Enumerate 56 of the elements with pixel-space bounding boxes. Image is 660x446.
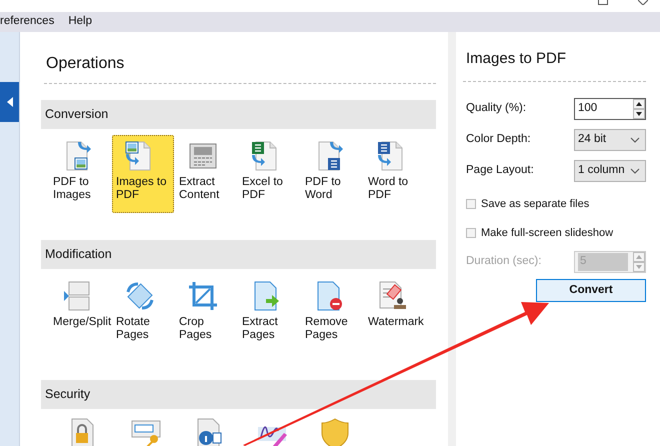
field-value: 100 xyxy=(578,101,598,116)
convert-button[interactable]: Convert xyxy=(536,279,646,302)
tile-label: Remove Pages xyxy=(305,316,349,342)
tile-label: Merge/Split xyxy=(53,316,112,329)
spin-arrows-icon xyxy=(633,252,645,272)
maximize-icon[interactable] xyxy=(598,0,608,5)
shield-icon[interactable] xyxy=(319,417,351,446)
tile-label: Extract Pages xyxy=(242,316,279,342)
group-header: Modification xyxy=(41,240,436,269)
operation-tile[interactable]: Crop Pages xyxy=(175,275,237,353)
menu-item[interactable]: references xyxy=(0,13,54,31)
operation-tile[interactable]: Excel to PDF xyxy=(238,135,300,213)
checkbox-label: Make full-screen slideshow xyxy=(481,226,614,240)
operation-tile[interactable]: Remove Pages xyxy=(301,275,363,353)
tile-label: PDF to Images xyxy=(53,176,92,202)
chevron-down-icon xyxy=(630,168,640,174)
group-header: Conversion xyxy=(41,100,436,129)
tile-label: Crop Pages xyxy=(179,316,213,342)
field-value: 1 column xyxy=(578,163,625,178)
section-title: Operations xyxy=(46,54,126,74)
dropdown[interactable]: 24 bit xyxy=(574,129,646,151)
tile-label: Excel to PDF xyxy=(242,176,284,202)
operation-tile[interactable]: Merge/Split xyxy=(49,275,111,353)
tile-label: PDF to Word xyxy=(305,176,342,202)
operation-tile[interactable]: Watermark xyxy=(364,275,426,353)
group-header: Security xyxy=(41,380,436,409)
operation-tile[interactable]: PDF to Images xyxy=(49,135,111,213)
field-label: Duration (sec): xyxy=(466,254,542,270)
collapse-tab[interactable] xyxy=(0,82,19,122)
tile-label: Word to PDF xyxy=(368,176,410,202)
checkbox[interactable] xyxy=(466,228,476,238)
operation-tile[interactable]: Extract Pages xyxy=(238,275,300,353)
spin-arrows-icon xyxy=(633,99,645,119)
field-label: Color Depth: xyxy=(466,132,531,148)
spin-field[interactable]: 100 xyxy=(574,98,646,120)
close-icon[interactable] xyxy=(638,0,648,5)
field-value: 24 bit xyxy=(578,132,606,148)
operation-tile[interactable]: Images to PDF xyxy=(112,135,174,213)
operation-tile[interactable]: PDF to Word xyxy=(301,135,363,213)
tile-label: Extract Content xyxy=(179,176,220,202)
operation-tile[interactable]: Word to PDF xyxy=(364,135,426,213)
tile-label: Images to PDF xyxy=(116,176,168,202)
panel-title: Images to PDF xyxy=(466,49,568,69)
tile-label: Watermark xyxy=(368,316,424,329)
field-label: Quality (%): xyxy=(466,101,526,116)
chevron-down-icon xyxy=(630,137,640,143)
menu-item[interactable]: Help xyxy=(68,13,92,31)
tile-label: Rotate Pages xyxy=(116,316,151,342)
operation-tile[interactable]: Rotate Pages xyxy=(112,275,174,353)
crop-icon xyxy=(187,280,219,312)
field-label: Page Layout: xyxy=(466,163,534,178)
checkbox[interactable] xyxy=(466,199,476,210)
checkbox-label: Save as separate files xyxy=(481,197,590,212)
dropdown[interactable]: 1 column xyxy=(574,160,646,182)
caret-left-icon xyxy=(6,97,12,107)
operation-tile[interactable]: Extract Content xyxy=(175,135,237,213)
